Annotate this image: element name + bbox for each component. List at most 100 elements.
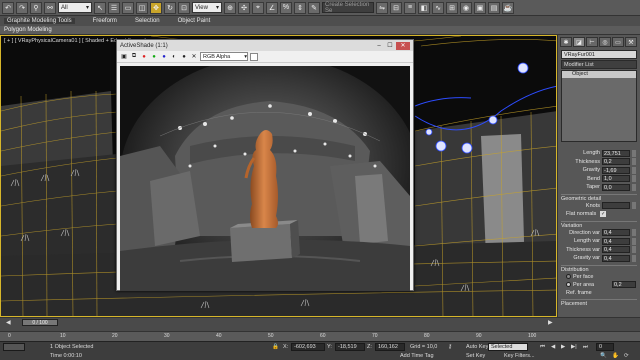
param-value[interactable]: 0,4 xyxy=(602,246,630,254)
modifier-list-dropdown[interactable]: Modifier List xyxy=(561,60,637,69)
param-value[interactable] xyxy=(602,202,630,210)
window-crossing-icon[interactable]: ◫ xyxy=(136,1,148,14)
param-value[interactable]: 0,4 xyxy=(602,237,630,245)
save-image-icon[interactable]: ▣ xyxy=(120,53,128,61)
mirror-icon[interactable]: ⇋ xyxy=(376,1,388,14)
hierarchy-tab-icon[interactable]: ⊢ xyxy=(586,37,598,47)
activeshade-window[interactable]: ActiveShade (1:1) – ☐ ✕ ▣ ⧉ ● ● ● ◐ ● ✕ … xyxy=(116,39,414,291)
lock-selection-icon[interactable]: 🔒 xyxy=(272,344,279,350)
alpha-channel-icon[interactable]: ◐ xyxy=(170,53,178,61)
motion-tab-icon[interactable]: ◎ xyxy=(599,37,611,47)
link-icon[interactable]: ⚲ xyxy=(30,1,42,14)
next-key-icon[interactable]: ▶| xyxy=(571,344,577,350)
color-swatch-icon[interactable] xyxy=(250,52,258,61)
reference-coord-dropdown[interactable]: View ▾ xyxy=(192,2,222,13)
param-value[interactable]: 0,2 xyxy=(602,158,630,166)
stack-item-object[interactable]: Object xyxy=(562,71,636,78)
modifier-stack[interactable]: Object xyxy=(561,70,637,142)
add-time-tag-button[interactable]: Add Time Tag xyxy=(400,353,434,359)
go-to-end-icon[interactable]: ⏭ xyxy=(583,344,588,351)
key-filters-button[interactable]: Key Filters... xyxy=(504,353,535,359)
tab-selection[interactable]: Selection xyxy=(135,18,160,24)
spinner-icon[interactable] xyxy=(632,237,636,245)
checkbox-checked-icon[interactable]: ✓ xyxy=(600,211,607,218)
per-area-radio[interactable]: Per area 0,2 xyxy=(558,281,640,289)
flat-normals-checkbox[interactable]: Flat normals ✓ xyxy=(558,210,640,219)
orbit-icon[interactable]: ⟳ xyxy=(624,353,629,359)
tab-freeform[interactable]: Freeform xyxy=(93,18,117,24)
time-slider[interactable]: 0 / 100 xyxy=(22,319,58,326)
spinner-icon[interactable] xyxy=(632,175,636,183)
key-mode-dropdown[interactable]: Selected xyxy=(488,343,528,351)
edit-named-selection-icon[interactable]: ✎ xyxy=(308,1,320,14)
activeshade-titlebar[interactable]: ActiveShade (1:1) – ☐ ✕ xyxy=(117,40,413,51)
maximize-icon[interactable]: ☐ xyxy=(385,42,395,50)
spinner-icon[interactable] xyxy=(632,246,636,254)
unlink-icon[interactable]: ⚯ xyxy=(44,1,56,14)
radio-selected-icon[interactable] xyxy=(566,282,571,287)
layer-manager-icon[interactable]: ≡ xyxy=(404,1,416,14)
monochrome-icon[interactable]: ● xyxy=(180,53,188,61)
minimize-icon[interactable]: – xyxy=(374,42,384,50)
spinner-icon[interactable] xyxy=(632,166,636,174)
object-name-field[interactable]: VRayFur001 xyxy=(561,50,637,59)
select-by-name-icon[interactable]: ☰ xyxy=(108,1,120,14)
move-icon[interactable]: ✥ xyxy=(150,1,162,14)
blue-channel-icon[interactable]: ● xyxy=(160,53,168,61)
current-frame-field[interactable]: 0 xyxy=(596,343,614,351)
render-setup-icon[interactable]: ▣ xyxy=(474,1,486,14)
select-object-icon[interactable]: ↖ xyxy=(94,1,106,14)
param-value[interactable]: 0,4 xyxy=(602,254,630,262)
prev-frame-icon[interactable]: ◀ xyxy=(6,319,11,326)
select-manipulate-icon[interactable]: ✣ xyxy=(238,1,250,14)
spinner-icon[interactable] xyxy=(632,254,636,262)
clear-icon[interactable]: ✕ xyxy=(190,53,198,61)
redo-icon[interactable]: ↷ xyxy=(16,1,28,14)
copy-image-icon[interactable]: ⧉ xyxy=(130,53,138,61)
next-frame-icon[interactable]: ▶ xyxy=(548,319,553,326)
param-value[interactable]: 23,751 xyxy=(602,149,630,157)
spinner-icon[interactable] xyxy=(632,149,636,157)
red-channel-icon[interactable]: ● xyxy=(140,53,148,61)
spinner-icon[interactable] xyxy=(632,158,636,166)
spinner-icon[interactable] xyxy=(632,229,636,237)
pan-icon[interactable]: ✋ xyxy=(612,353,619,359)
coord-y-field[interactable]: -18,519 xyxy=(335,343,365,351)
display-tab-icon[interactable]: ▭ xyxy=(612,37,624,47)
render-teapot-icon[interactable]: ☕ xyxy=(502,1,514,14)
auto-key-button[interactable]: Auto Key xyxy=(466,344,488,350)
named-selection-input[interactable]: Create Selection Se xyxy=(322,2,374,14)
prev-key-icon[interactable]: ◀ xyxy=(551,344,555,350)
modify-tab-icon[interactable]: ◪ xyxy=(573,37,585,47)
rect-select-icon[interactable]: ▭ xyxy=(122,1,134,14)
tab-graphite-modeling-tools[interactable]: Graphite Modeling Tools xyxy=(4,18,75,24)
close-icon[interactable]: ✕ xyxy=(396,41,410,50)
align-icon[interactable]: ⊟ xyxy=(390,1,402,14)
set-key-button[interactable]: Set Key xyxy=(466,353,485,359)
param-value[interactable]: -1,69 xyxy=(602,166,630,174)
zoom-icon[interactable]: 🔍 xyxy=(600,353,607,359)
per-face-radio[interactable]: Per face xyxy=(558,273,640,281)
ref-frame-field[interactable]: Ref. frame xyxy=(558,289,640,297)
curve-editor-icon[interactable]: ∿ xyxy=(432,1,444,14)
activeshade-render[interactable] xyxy=(120,66,410,291)
spinner-icon[interactable] xyxy=(632,183,636,191)
tab-object-paint[interactable]: Object Paint xyxy=(178,18,211,24)
coord-x-field[interactable]: -602,693 xyxy=(291,343,325,351)
spinner-snap-icon[interactable]: ⇕ xyxy=(294,1,306,14)
material-editor-icon[interactable]: ◉ xyxy=(460,1,472,14)
maxscript-listener[interactable] xyxy=(3,343,25,351)
param-value[interactable]: 0,4 xyxy=(602,229,630,237)
rendered-frame-icon[interactable]: ▤ xyxy=(488,1,500,14)
radio-icon[interactable] xyxy=(566,274,571,279)
angle-snap-icon[interactable]: ∠ xyxy=(266,1,278,14)
coord-z-field[interactable]: 160,162 xyxy=(375,343,405,351)
graphite-toggle-icon[interactable]: ◧ xyxy=(418,1,430,14)
schematic-view-icon[interactable]: ⊞ xyxy=(446,1,458,14)
per-area-value[interactable]: 0,2 xyxy=(612,281,636,288)
utilities-tab-icon[interactable]: ⚒ xyxy=(625,37,637,47)
channel-dropdown[interactable]: RGB Alpha ▾ xyxy=(200,52,248,61)
pivot-icon[interactable]: ⊕ xyxy=(224,1,236,14)
green-channel-icon[interactable]: ● xyxy=(150,53,158,61)
undo-icon[interactable]: ↶ xyxy=(2,1,14,14)
